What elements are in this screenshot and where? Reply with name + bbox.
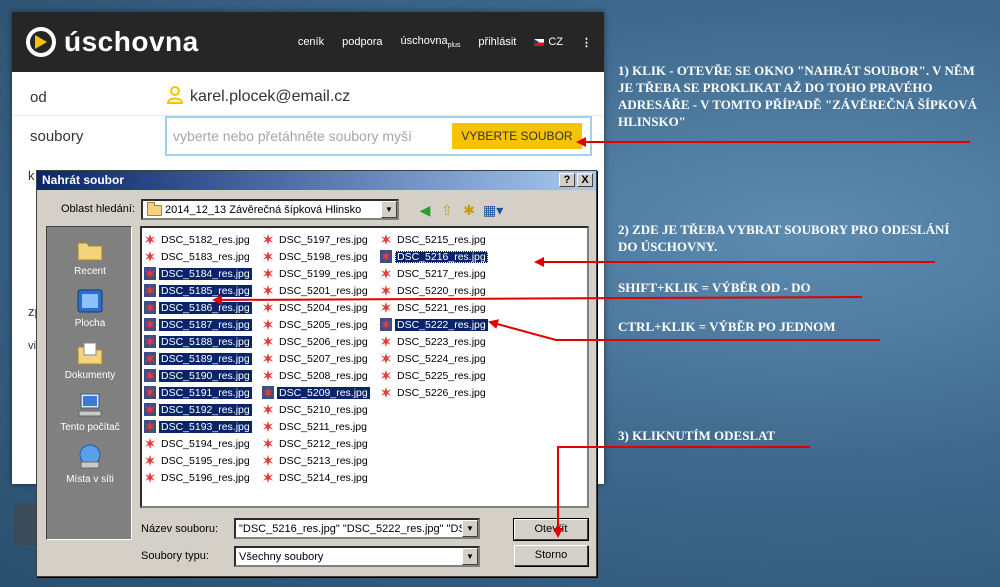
arrow-ctrl [488,319,880,341]
arrow-shift [212,294,863,305]
annotation-arrows [212,137,970,538]
arrow-step3 [553,446,810,538]
